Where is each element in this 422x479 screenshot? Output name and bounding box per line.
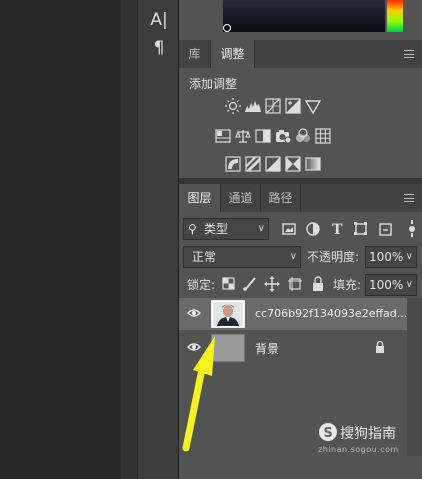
chevron-down-icon[interactable]: ∨	[406, 247, 413, 267]
sogou-logo-icon: S	[319, 423, 337, 441]
layers-panel-menu-icon[interactable]	[404, 194, 414, 202]
fill-input[interactable]: 100% ∨	[365, 274, 417, 296]
color-panel	[179, 0, 422, 40]
channel-mixer-icon[interactable]	[296, 128, 310, 142]
adjustments-tabbar: 库 调整	[179, 40, 422, 68]
exposure-icon[interactable]	[285, 98, 301, 114]
svg-text:S: S	[323, 426, 332, 441]
hue-saturation-icon[interactable]	[215, 129, 231, 143]
filter-kind-label: 类型	[204, 222, 229, 236]
layer-name[interactable]: 背景	[255, 340, 279, 357]
canvas-background	[0, 0, 121, 479]
lock-transparent-pixels-icon[interactable]	[222, 277, 235, 290]
blend-mode-value: 正常	[192, 250, 217, 264]
paragraph-tool-icon[interactable]: ¶	[138, 38, 180, 58]
search-icon: ⚲	[188, 222, 197, 236]
threshold-icon[interactable]	[265, 156, 281, 172]
fill-value: 100%	[369, 278, 404, 292]
gradient-map-icon[interactable]	[305, 157, 321, 171]
selective-color-icon[interactable]	[285, 156, 301, 172]
lock-label: 锁定:	[187, 278, 216, 292]
tool-options-column: A| ¶	[137, 0, 179, 479]
lock-image-pixels-icon[interactable]	[243, 277, 256, 291]
add-adjustment-heading: 添加调整	[189, 77, 238, 91]
levels-icon[interactable]	[245, 101, 261, 112]
layers-panel: 图层 通道 路径 ⚲ 类型 ∨ T 正常 ∨ 不透明度: 100% ∨ 锁定: …	[179, 184, 422, 456]
watermark-url: zhinan.sogou.com	[318, 445, 399, 454]
watermark-brand: 搜狗指南	[340, 426, 396, 442]
color-lookup-icon[interactable]	[315, 128, 331, 144]
color-field[interactable]	[223, 0, 385, 32]
layers-tabbar: 图层 通道 路径	[179, 184, 422, 212]
layer-thumbnail-portrait[interactable]	[211, 300, 245, 328]
color-picker-ring[interactable]	[223, 24, 231, 32]
chevron-down-icon: ∨	[289, 251, 297, 262]
panel-menu-icon[interactable]	[404, 50, 414, 58]
lock-position-icon[interactable]	[264, 276, 280, 292]
lock-artboard-icon[interactable]	[288, 277, 302, 291]
layer-thumbnail-background[interactable]	[211, 334, 245, 362]
shape-filter-icon[interactable]	[354, 222, 367, 235]
adjustments-panel: 库 调整 添加调整	[179, 40, 422, 178]
tab-paths[interactable]: 路径	[261, 184, 301, 212]
layer-name[interactable]: cc706b92f134093e2effad...	[255, 307, 407, 320]
opacity-input[interactable]: 100% ∨	[365, 246, 417, 268]
tab-library[interactable]: 库	[179, 40, 211, 68]
tab-adjustments[interactable]: 调整	[211, 40, 255, 68]
chevron-down-icon[interactable]: ∨	[406, 275, 413, 295]
invert-icon[interactable]	[225, 156, 241, 172]
character-tool-icon[interactable]: A|	[138, 10, 180, 30]
photo-filter-icon[interactable]	[276, 130, 292, 144]
opacity-value: 100%	[369, 250, 404, 264]
opacity-label: 不透明度:	[307, 250, 360, 264]
brightness-contrast-icon[interactable]	[225, 98, 241, 114]
lock-options	[222, 276, 323, 292]
vibrance-icon[interactable]	[304, 100, 322, 115]
svg-text:T: T	[332, 222, 343, 238]
layer-filter-icons: T	[282, 220, 415, 238]
adjustment-icon-grid	[215, 98, 331, 172]
tab-layers[interactable]: 图层	[179, 184, 221, 212]
visibility-eye-icon[interactable]	[187, 308, 201, 318]
filter-toggle-icon[interactable]	[409, 220, 415, 237]
color-balance-icon[interactable]	[235, 130, 251, 143]
watermark: S 搜狗指南 zhinan.sogou.com	[318, 421, 422, 461]
blend-mode-select[interactable]: 正常 ∨	[183, 246, 301, 268]
hue-slider[interactable]	[387, 0, 403, 32]
canvas-edge	[121, 0, 137, 479]
layer-row-background[interactable]: 背景	[179, 332, 407, 364]
layer-row-selected[interactable]: cc706b92f134093e2effad...	[179, 298, 407, 330]
layer-lock-icon[interactable]	[375, 341, 385, 353]
visibility-eye-icon[interactable]	[187, 342, 201, 352]
pixel-filter-icon[interactable]	[282, 223, 296, 235]
adjustment-filter-icon[interactable]	[306, 222, 320, 236]
smart-object-filter-icon[interactable]	[379, 223, 392, 236]
tab-channels[interactable]: 通道	[221, 184, 261, 212]
lock-all-icon[interactable]	[313, 276, 323, 291]
black-white-icon[interactable]	[255, 129, 271, 143]
curves-icon[interactable]	[265, 98, 281, 114]
chevron-down-icon: ∨	[257, 223, 265, 234]
posterize-icon[interactable]	[245, 156, 261, 172]
type-filter-icon[interactable]: T	[332, 222, 343, 238]
layer-filter-select[interactable]: ⚲ 类型 ∨	[183, 218, 269, 240]
fill-label: 填充:	[333, 278, 362, 292]
